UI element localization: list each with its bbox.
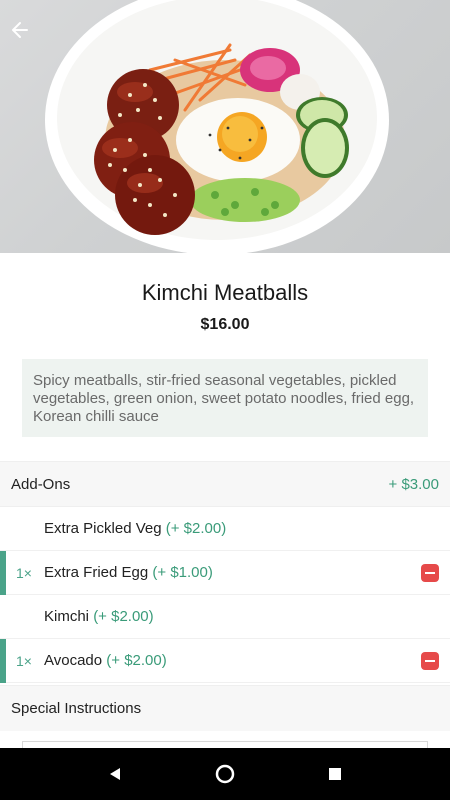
remove-addon-button[interactable] bbox=[421, 652, 439, 670]
addon-row-extra-fried-egg[interactable]: 1× Extra Fried Egg (+ $1.00) bbox=[0, 551, 450, 595]
addon-name: Extra Pickled Veg (+ $2.00) bbox=[44, 520, 227, 537]
square-recents-icon bbox=[329, 768, 341, 780]
special-instructions-header: Special Instructions bbox=[0, 685, 450, 731]
circle-home-icon bbox=[215, 764, 235, 784]
special-instructions-label: Special Instructions bbox=[11, 700, 142, 717]
system-nav-bar bbox=[0, 748, 450, 800]
remove-addon-button[interactable] bbox=[421, 564, 439, 582]
food-bowl-illustration bbox=[45, 0, 389, 253]
item-price: $16.00 bbox=[200, 316, 250, 333]
addons-label: Add-Ons bbox=[11, 475, 71, 493]
addon-name: Kimchi (+ $2.00) bbox=[44, 608, 154, 625]
addon-row-kimchi[interactable]: Kimchi (+ $2.00) bbox=[0, 595, 450, 639]
selected-indicator bbox=[0, 551, 6, 595]
arrow-left-icon bbox=[12, 22, 28, 38]
addons-total: + $3.00 bbox=[388, 475, 439, 493]
addon-name: Extra Fried Egg (+ $1.00) bbox=[44, 564, 213, 581]
addon-row-avocado[interactable]: 1× Avocado (+ $2.00) bbox=[0, 639, 450, 683]
item-title: Kimchi Meatballs bbox=[141, 280, 309, 305]
back-button[interactable] bbox=[10, 20, 40, 50]
nav-home-button[interactable] bbox=[205, 754, 245, 794]
nav-recents-button[interactable] bbox=[315, 754, 355, 794]
addon-name: Avocado (+ $2.00) bbox=[44, 652, 167, 669]
addon-row-extra-pickled-veg[interactable]: Extra Pickled Veg (+ $2.00) bbox=[0, 507, 450, 551]
selected-indicator bbox=[0, 639, 6, 683]
hero-image bbox=[0, 0, 450, 253]
nav-back-button[interactable] bbox=[95, 754, 135, 794]
addon-quantity: 1× bbox=[16, 652, 32, 669]
item-description: Spicy meatballs, stir-fried seasonal veg… bbox=[22, 359, 428, 437]
triangle-back-icon bbox=[110, 768, 120, 780]
minus-icon bbox=[425, 660, 435, 662]
addon-quantity: 1× bbox=[16, 564, 32, 581]
addons-header: Add-Ons + $3.00 bbox=[0, 461, 450, 507]
minus-icon bbox=[425, 572, 435, 574]
